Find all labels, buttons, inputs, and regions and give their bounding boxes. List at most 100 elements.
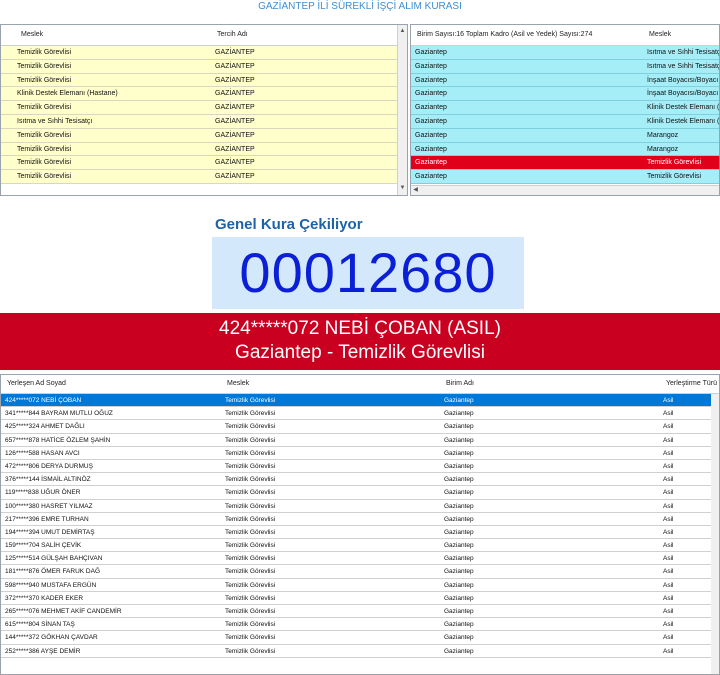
column-header-tur[interactable]: Yerleştirme Türü <box>666 380 717 387</box>
table-row[interactable]: Gaziantep Klinik Destek Elemanı (Hastane) <box>411 101 719 115</box>
table-row[interactable]: Isıtma ve Sıhhi Tesisatçı GAZİANTEP <box>1 114 400 129</box>
table-row[interactable]: 159*****704 SALİH ÇEVİK Temizlik Görevlis… <box>1 539 719 553</box>
table-row[interactable]: 126*****588 HASAN AVCI Temizlik Görevlisi… <box>1 446 719 460</box>
column-header-birim[interactable]: Birim Sayısı:16 Toplam Kadro (Asil ve Ye… <box>417 31 592 38</box>
table-cell: Gaziantep <box>415 90 447 98</box>
table-row[interactable]: 125*****514 GÜLŞAH BAHÇIVAN Temizlik Göre… <box>1 552 719 566</box>
table-row[interactable]: Gaziantep Marangoz <box>411 128 719 143</box>
column-header-birim[interactable]: Birim Adı <box>446 380 474 387</box>
table-row[interactable]: Temizlik Görevlisi GAZİANTEP <box>1 128 400 143</box>
result-grid[interactable]: Yerleşen Ad Soyad Meslek Birim Adı Yerle… <box>0 374 720 675</box>
table-cell: 265*****076 MEHMET AKİF CANDEMİR <box>5 608 122 615</box>
table-row[interactable]: 376*****144 İSMAİL ALTINÖZ Temizlik Görev… <box>1 473 719 487</box>
table-row[interactable]: 425*****324 AHMET DAĞLI Temizlik Görevlis… <box>1 420 719 434</box>
table-row[interactable]: 424*****072 NEBİ ÇOBAN Temizlik Görevlisi… <box>1 394 719 408</box>
table-row[interactable]: Gaziantep Klinik Destek Elemanı (Hastane) <box>411 114 719 129</box>
table-row[interactable]: Temizlik Görevlisi GAZİANTEP <box>1 142 400 157</box>
table-cell: Marangoz <box>647 145 679 153</box>
table-row[interactable]: 657*****878 HATİCE ÖZLEM ŞAHİN Temizlik G… <box>1 433 719 447</box>
table-row[interactable]: Temizlik Görevlisi GAZİANTEP <box>1 59 400 74</box>
table-cell: Asil <box>663 410 674 418</box>
table-row[interactable]: 615*****804 SİNAN TAŞ Temizlik Görevlisi G… <box>1 618 719 632</box>
table-cell: 181*****876 ÖMER FARUK DAĞ <box>5 568 101 576</box>
table-row[interactable]: Temizlik Görevlisi GAZİANTEP <box>1 46 400 60</box>
table-row[interactable]: 341*****844 BAYRAM MUTLU OĞUZ Temizlik Gö… <box>1 407 719 421</box>
table-cell: Gaziantep <box>444 647 474 655</box>
table-cell: Temizlik Görevlisi <box>17 76 72 84</box>
table-row[interactable]: 598*****940 MUSTAFA ERGÜN Temizlik Görevl… <box>1 578 719 592</box>
table-row[interactable]: Temizlik Görevlisi GAZİANTEP <box>1 101 400 115</box>
result-grid-rows: 424*****072 NEBİ ÇOBAN Temizlik Görevlisi… <box>1 394 719 658</box>
table-row[interactable]: 144*****372 GÖKHAN ÇAVDAR Temizlik Görevl… <box>1 631 719 645</box>
table-cell: 100*****380 HASRET YILMAZ <box>5 502 93 510</box>
table-row[interactable]: 194*****394 UMUT DEMİRTAŞ Temizlik Görevl… <box>1 525 719 540</box>
table-cell: Gaziantep <box>415 62 447 70</box>
table-row[interactable]: Gaziantep Marangoz <box>411 142 719 157</box>
table-cell: Gaziantep <box>444 515 474 523</box>
table-cell: Gaziantep <box>444 462 474 470</box>
table-row[interactable]: 217*****396 EMRE TURHAN Temizlik Görevlis… <box>1 512 719 526</box>
table-cell: 615*****804 SİNAN TAŞ <box>5 621 75 629</box>
table-cell: 376*****144 İSMAİL ALTINÖZ <box>5 476 91 484</box>
column-header-ad-soyad[interactable]: Yerleşen Ad Soyad <box>7 380 66 387</box>
table-cell: Temizlik Görevlisi <box>225 397 276 404</box>
table-row[interactable]: Gaziantep Isıtma ve Sıhhi Tesisatçı <box>411 46 719 60</box>
table-row[interactable]: 181*****876 ÖMER FARUK DAĞ Temizlik Görev… <box>1 565 719 579</box>
table-cell: Temizlik Görevlisi <box>225 621 276 629</box>
column-header-meslek[interactable]: Meslek <box>649 31 671 38</box>
column-header-meslek[interactable]: Meslek <box>227 380 249 387</box>
table-cell: 159*****704 SALİH ÇEVİK <box>5 542 82 550</box>
table-cell: İnşaat Boyacısı/Boyacı <box>647 76 719 84</box>
table-cell: Isıtma ve Sıhhi Tesisatçı <box>17 117 93 125</box>
table-cell: Asil <box>663 528 674 536</box>
table-row[interactable]: 265*****076 MEHMET AKİF CANDEMİR Temizlik… <box>1 605 719 619</box>
table-row[interactable]: Temizlik Görevlisi GAZİANTEP <box>1 73 400 88</box>
table-cell: Marangoz <box>647 131 679 139</box>
table-row[interactable]: Klinik Destek Elemanı (Hastane) GAZİANTEP <box>1 87 400 102</box>
column-header-meslek[interactable]: Meslek <box>21 31 43 38</box>
vertical-scrollbar[interactable]: ▲ ▼ <box>397 25 407 195</box>
table-cell: Temizlik Görevlisi <box>17 145 72 153</box>
table-row[interactable]: Temizlik Görevlisi GAZİANTEP <box>1 156 400 171</box>
table-cell: Asil <box>663 555 674 563</box>
table-cell: 144*****372 GÖKHAN ÇAVDAR <box>5 634 98 642</box>
table-cell: 424*****072 NEBİ ÇOBAN <box>5 397 82 404</box>
table-row[interactable]: Gaziantep İnşaat Boyacısı/Boyacı <box>411 73 719 88</box>
table-cell: Asil <box>663 634 674 642</box>
table-cell: 119*****838 UĞUR ÖNER <box>5 489 81 497</box>
table-cell: Gaziantep <box>415 131 447 139</box>
table-cell: Asil <box>663 542 674 550</box>
table-row[interactable]: Gaziantep Temizlik Görevlisi <box>411 170 719 184</box>
table-cell: Gaziantep <box>415 159 447 167</box>
table-row[interactable]: 372*****370 KADER EKER Temizlik Görevlisi… <box>1 591 719 605</box>
table-cell: GAZİANTEP <box>215 145 255 153</box>
table-row[interactable]: 119*****838 UĞUR ÖNER Temizlik Görevlisi G… <box>1 486 719 500</box>
table-cell: Temizlik Görevlisi <box>225 489 276 497</box>
table-row[interactable]: 252*****386 AYŞE DEMİR Temizlik Görevlisi… <box>1 644 719 658</box>
vertical-scrollbar[interactable] <box>711 394 719 674</box>
table-cell: Temizlik Görevlisi <box>17 62 72 70</box>
table-cell: Gaziantep <box>444 634 474 642</box>
table-cell: GAZİANTEP <box>215 90 255 98</box>
table-cell: Temizlik Görevlisi <box>17 131 72 139</box>
table-row[interactable]: Gaziantep Isıtma ve Sıhhi Tesisatçı <box>411 59 719 74</box>
table-cell: GAZİANTEP <box>215 159 255 167</box>
result-grid-header: Yerleşen Ad Soyad Meslek Birim Adı Yerle… <box>1 375 719 394</box>
horizontal-scrollbar[interactable]: ◀ <box>411 185 719 195</box>
table-cell: Asil <box>663 608 674 615</box>
table-row[interactable]: 472*****806 DERYA DURMUŞ Temizlik Görevli… <box>1 459 719 474</box>
table-cell: Asil <box>663 476 674 484</box>
table-row[interactable]: 100*****380 HASRET YILMAZ Temizlik Görevl… <box>1 499 719 513</box>
unit-grid-header: Birim Sayısı:16 Toplam Kadro (Asil ve Ye… <box>411 25 719 46</box>
table-cell: Gaziantep <box>444 436 474 444</box>
table-row[interactable]: Gaziantep Temizlik Görevlisi <box>411 156 719 171</box>
table-cell: Gaziantep <box>415 117 447 125</box>
scroll-left-icon[interactable]: ◀ <box>411 186 420 195</box>
scroll-up-icon[interactable]: ▲ <box>398 27 407 36</box>
preference-grid[interactable]: Meslek Tercih Adı Temizlik Görevlisi GAZİ… <box>0 24 408 196</box>
unit-grid[interactable]: Birim Sayısı:16 Toplam Kadro (Asil ve Ye… <box>410 24 720 196</box>
scroll-down-icon[interactable]: ▼ <box>398 184 407 193</box>
table-row[interactable]: Temizlik Görevlisi GAZİANTEP <box>1 170 400 184</box>
column-header-tercih[interactable]: Tercih Adı <box>217 31 248 38</box>
table-row[interactable]: Gaziantep İnşaat Boyacısı/Boyacı <box>411 87 719 102</box>
